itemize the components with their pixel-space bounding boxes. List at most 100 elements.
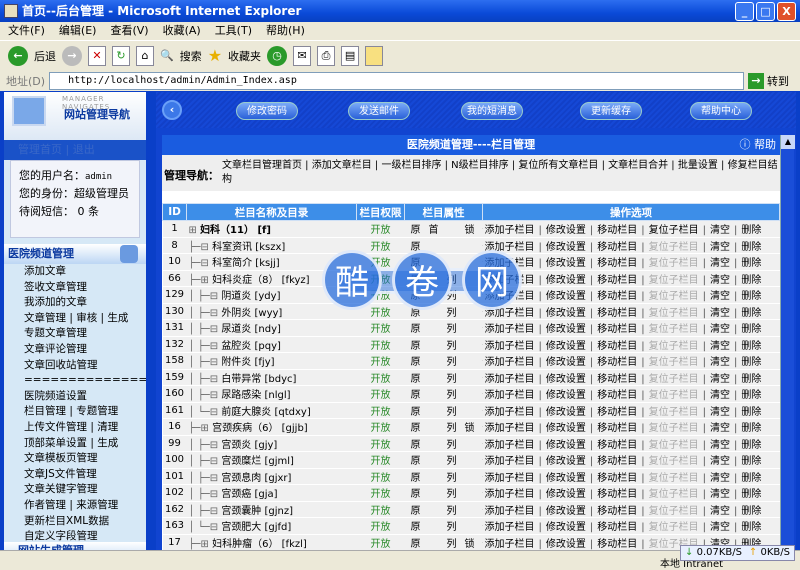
add-subcolumn-link[interactable]: 添加子栏目: [485, 522, 535, 533]
tree-prefix[interactable]: ├─⊞: [189, 275, 213, 286]
edit-settings-link[interactable]: 修改设置: [546, 324, 586, 335]
sidebar-item[interactable]: 医院频道设置: [4, 389, 146, 405]
tree-prefix[interactable]: │ ├─⊟: [189, 341, 222, 352]
sidebar-item[interactable]: 文章关键字管理: [4, 482, 146, 498]
edit-settings-link[interactable]: 修改设置: [546, 242, 586, 253]
delete-link[interactable]: 删除: [741, 225, 761, 236]
clear-link[interactable]: 清空: [710, 489, 730, 500]
column-name-link[interactable]: 尿路感染 [nlgl]: [221, 390, 290, 401]
add-subcolumn-link[interactable]: 添加子栏目: [485, 275, 535, 286]
reset-subcolumn-link[interactable]: 复位子栏目: [649, 242, 699, 253]
reset-subcolumn-link[interactable]: 复位子栏目: [649, 341, 699, 352]
clear-link[interactable]: 清空: [710, 522, 730, 533]
clear-link[interactable]: 清空: [710, 258, 730, 269]
search-icon[interactable]: 🔍: [160, 49, 174, 62]
reset-subcolumn-link[interactable]: 复位子栏目: [649, 357, 699, 368]
move-column-link[interactable]: 移动栏目: [597, 440, 637, 451]
add-subcolumn-link[interactable]: 添加子栏目: [485, 407, 535, 418]
move-column-link[interactable]: 移动栏目: [597, 489, 637, 500]
column-name-link[interactable]: 尿道炎 [ndy]: [221, 324, 281, 335]
change-password-button[interactable]: 修改密码: [236, 102, 298, 120]
back-button[interactable]: 后退: [34, 48, 56, 64]
clear-link[interactable]: 清空: [710, 275, 730, 286]
tree-prefix[interactable]: ├─⊞: [189, 423, 213, 434]
edit-settings-link[interactable]: 修改设置: [546, 308, 586, 319]
delete-link[interactable]: 删除: [741, 242, 761, 253]
edit-settings-link[interactable]: 修改设置: [546, 407, 586, 418]
reset-subcolumn-link[interactable]: 复位子栏目: [649, 423, 699, 434]
column-name-link[interactable]: 宫颈肥大 [gjfd]: [221, 522, 291, 533]
move-column-link[interactable]: 移动栏目: [597, 324, 637, 335]
clear-link[interactable]: 清空: [710, 390, 730, 401]
delete-link[interactable]: 删除: [741, 357, 761, 368]
tree-prefix[interactable]: │ └─⊟: [189, 522, 222, 533]
reset-subcolumn-link[interactable]: 复位子栏目: [649, 407, 699, 418]
edit-settings-link[interactable]: 修改设置: [546, 456, 586, 467]
add-subcolumn-link[interactable]: 添加子栏目: [485, 291, 535, 302]
move-column-link[interactable]: 移动栏目: [597, 522, 637, 533]
close-button[interactable]: X: [777, 2, 796, 21]
help-center-button[interactable]: 帮助中心: [690, 102, 752, 120]
edit-settings-link[interactable]: 修改设置: [546, 473, 586, 484]
refresh-icon[interactable]: ↻: [112, 45, 130, 66]
reset-subcolumn-link[interactable]: 复位子栏目: [649, 522, 699, 533]
tree-prefix[interactable]: │ ├─⊟: [189, 506, 222, 517]
move-column-link[interactable]: 移动栏目: [597, 275, 637, 286]
search-button[interactable]: 搜索: [180, 48, 202, 64]
clear-link[interactable]: 清空: [710, 506, 730, 517]
delete-link[interactable]: 删除: [741, 407, 761, 418]
reset-subcolumn-link[interactable]: 复位子栏目: [649, 291, 699, 302]
move-column-link[interactable]: 移动栏目: [597, 390, 637, 401]
sidebar-item[interactable]: 更新栏目XML数据: [4, 514, 146, 530]
reset-subcolumn-link[interactable]: 复位子栏目: [649, 225, 699, 236]
back-icon[interactable]: ←: [8, 45, 28, 66]
move-column-link[interactable]: 移动栏目: [597, 473, 637, 484]
edit-settings-link[interactable]: 修改设置: [546, 275, 586, 286]
sidebar-item[interactable]: 我添加的文章: [4, 295, 146, 311]
move-column-link[interactable]: 移动栏目: [597, 407, 637, 418]
add-subcolumn-link[interactable]: 添加子栏目: [485, 324, 535, 335]
edit-settings-link[interactable]: 修改设置: [546, 258, 586, 269]
reset-subcolumn-link[interactable]: 复位子栏目: [649, 374, 699, 385]
column-name-link[interactable]: 白带异常 [bdyc]: [221, 374, 296, 385]
help-link[interactable]: ⓘ 帮助: [740, 135, 777, 155]
edit-settings-link[interactable]: 修改设置: [546, 341, 586, 352]
reset-subcolumn-link[interactable]: 复位子栏目: [649, 456, 699, 467]
collapse-sidebar-button[interactable]: ‹: [162, 100, 182, 120]
edit-settings-link[interactable]: 修改设置: [546, 489, 586, 500]
column-name-link[interactable]: 科室资讯 [kszx]: [212, 242, 285, 253]
home-icon[interactable]: ⌂: [136, 45, 154, 66]
scroll-up-arrow-icon[interactable]: ▲: [781, 135, 795, 149]
edit-settings-link[interactable]: 修改设置: [546, 374, 586, 385]
tree-prefix[interactable]: ⊞: [189, 225, 201, 236]
add-subcolumn-link[interactable]: 添加子栏目: [485, 308, 535, 319]
add-subcolumn-link[interactable]: 添加子栏目: [485, 390, 535, 401]
history-icon[interactable]: ◷: [267, 45, 288, 66]
clear-link[interactable]: 清空: [710, 225, 730, 236]
add-subcolumn-link[interactable]: 添加子栏目: [485, 357, 535, 368]
column-name-link[interactable]: 宫颈疾病（6） [gjjb]: [212, 423, 308, 434]
stop-icon[interactable]: ✕: [88, 45, 106, 66]
add-subcolumn-link[interactable]: 添加子栏目: [485, 440, 535, 451]
tree-prefix[interactable]: │ ├─⊟: [189, 374, 222, 385]
reset-subcolumn-link[interactable]: 复位子栏目: [649, 308, 699, 319]
move-column-link[interactable]: 移动栏目: [597, 506, 637, 517]
add-subcolumn-link[interactable]: 添加子栏目: [485, 374, 535, 385]
sidebar-item[interactable]: 文章模板页管理: [4, 451, 146, 467]
favorites-button[interactable]: 收藏夹: [228, 48, 261, 64]
clear-link[interactable]: 清空: [710, 341, 730, 352]
delete-link[interactable]: 删除: [741, 390, 761, 401]
section-site-generation[interactable]: 网站生成管理: [4, 542, 146, 550]
menu-tools[interactable]: 工具(T): [215, 22, 252, 40]
delete-link[interactable]: 删除: [741, 258, 761, 269]
mail-icon[interactable]: ✉: [293, 45, 312, 66]
clear-link[interactable]: 清空: [710, 357, 730, 368]
sidebar-item[interactable]: 专题文章管理: [4, 326, 146, 342]
edit-icon[interactable]: ▤: [341, 45, 360, 66]
column-name-link[interactable]: 科室简介 [ksjj]: [212, 258, 280, 269]
reset-subcolumn-link[interactable]: 复位子栏目: [649, 324, 699, 335]
move-column-link[interactable]: 移动栏目: [597, 242, 637, 253]
delete-link[interactable]: 删除: [741, 473, 761, 484]
delete-link[interactable]: 删除: [741, 440, 761, 451]
column-name-link[interactable]: 妇科肿瘤（6） [fkzl]: [212, 539, 307, 550]
